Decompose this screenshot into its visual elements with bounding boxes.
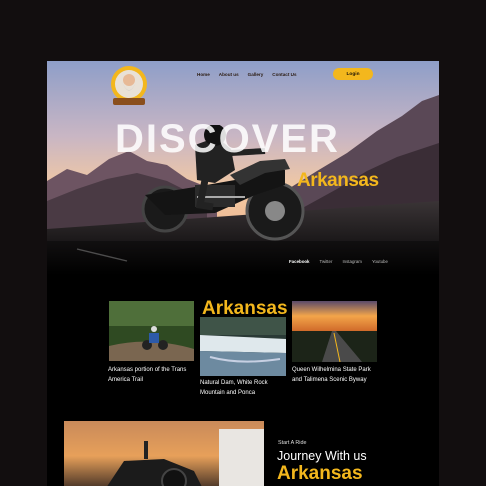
- login-button[interactable]: Login: [333, 68, 373, 80]
- social-links: Facebook Twitter Instagram Youtube: [289, 259, 388, 264]
- gallery-card-caption-sunset-road: Queen Wilhelmina State Park and Talimena…: [292, 367, 371, 383]
- nav-item-gallery[interactable]: Gallery: [248, 72, 264, 77]
- journey-photo: [64, 421, 264, 486]
- hero-headline: DISCOVER: [115, 117, 340, 161]
- bearded-man-logo-icon: [111, 66, 147, 105]
- journey-title: Journey With us: [277, 449, 367, 463]
- journey-kicker: Start A Ride: [278, 440, 307, 446]
- social-instagram[interactable]: Instagram: [342, 259, 362, 264]
- journey-state-name: Arkansas: [277, 463, 363, 484]
- hero-state-name: Arkansas: [297, 170, 379, 191]
- social-youtube[interactable]: Youtube: [372, 259, 388, 264]
- sunset-road-image: [292, 301, 377, 362]
- social-twitter[interactable]: Twitter: [320, 259, 333, 264]
- nav-item-contact[interactable]: Contact Us: [272, 72, 296, 77]
- waterfall-image: [200, 317, 286, 376]
- dirt-bike-trail-image: [109, 301, 194, 361]
- social-facebook[interactable]: Facebook: [289, 259, 310, 264]
- nav-item-about[interactable]: About us: [219, 72, 239, 77]
- landing-page: Home About us Gallery Contact Us Login D…: [47, 61, 439, 486]
- hero-section: Home About us Gallery Contact Us Login D…: [47, 61, 439, 276]
- brand-logo[interactable]: [109, 64, 149, 110]
- gallery-card-image-trail[interactable]: [109, 301, 194, 361]
- gallery-card-caption-trail: Arkansas portion of the Trans America Tr…: [108, 367, 187, 383]
- main-nav: Home About us Gallery Contact Us: [197, 72, 297, 77]
- motorcycle-sunset-image: [64, 421, 264, 486]
- gallery-card-image-waterfall[interactable]: [200, 317, 286, 376]
- gallery-card-caption-waterfall: Natural Dam, White Rock Mountain and Pon…: [200, 380, 268, 396]
- nav-item-home[interactable]: Home: [197, 72, 210, 77]
- gallery-card-image-sunset-road[interactable]: [292, 301, 377, 362]
